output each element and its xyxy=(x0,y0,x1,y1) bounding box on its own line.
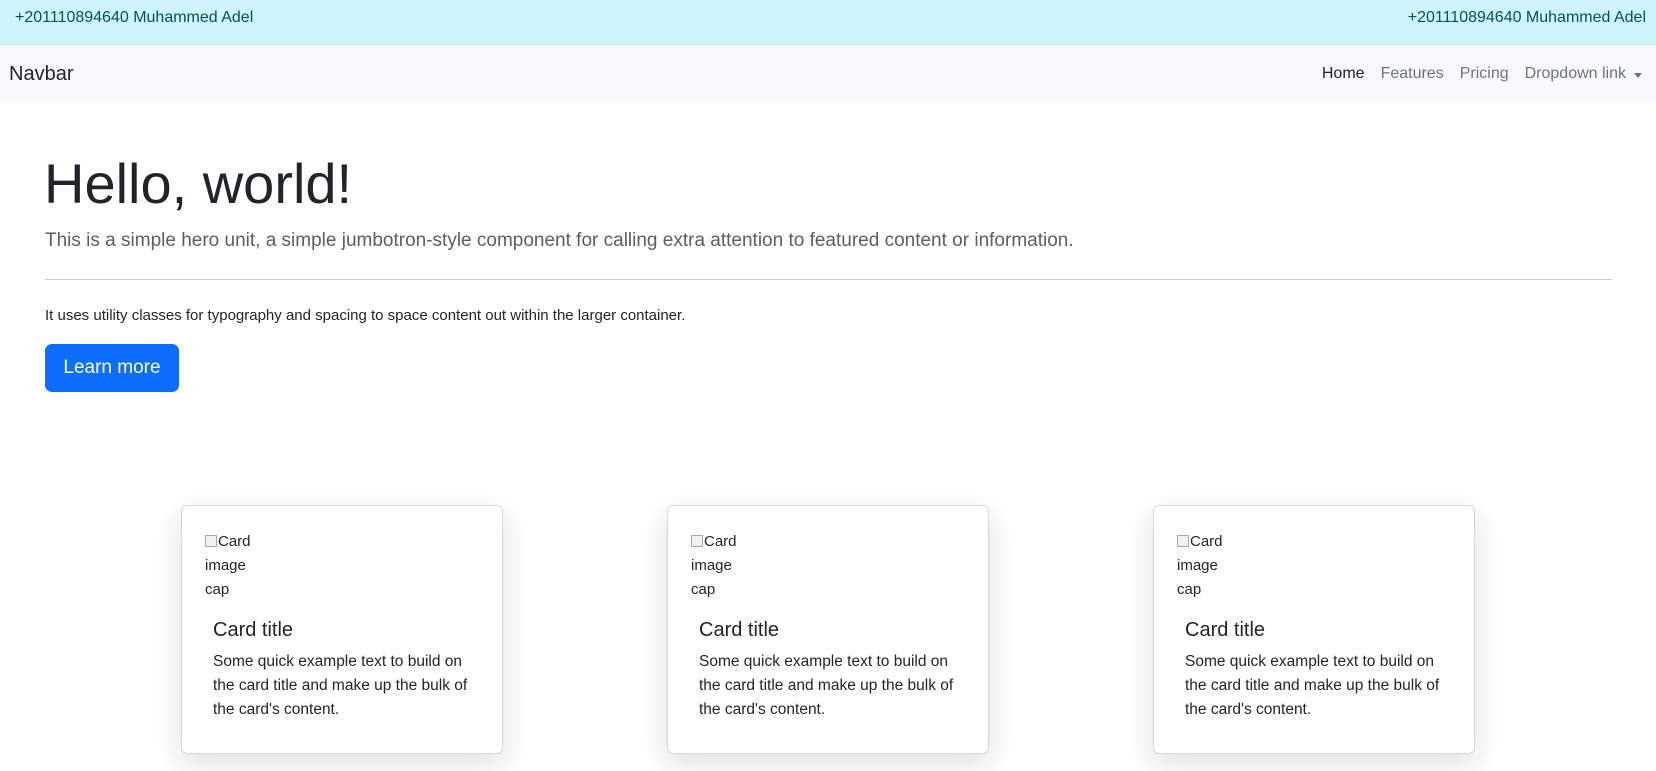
nav-item-home[interactable]: Home xyxy=(1322,64,1365,84)
nav-item-label: Features xyxy=(1380,65,1444,82)
card-image: Card image cap xyxy=(1177,530,1237,602)
card-text: Some quick example text to build on the … xyxy=(699,653,954,718)
learn-more-button[interactable]: Learn more xyxy=(45,344,179,392)
card-title: Card title xyxy=(213,619,294,641)
card-image: Card image cap xyxy=(205,530,265,602)
navbar: Navbar Home Features Pricing Dropdown li… xyxy=(0,45,1656,102)
card: Card image cap Card title Some quick exa… xyxy=(181,505,503,754)
nav-item-pricing[interactable]: Pricing xyxy=(1460,64,1509,84)
nav-item-dropdown[interactable]: Dropdown link xyxy=(1525,64,1642,84)
nav-item-label: Pricing xyxy=(1459,65,1509,82)
nav-item-label: Home xyxy=(1321,65,1365,82)
broken-image-icon xyxy=(205,535,217,547)
broken-image-icon xyxy=(691,535,703,547)
hero-title: Hello, world! xyxy=(44,152,353,215)
card-text: Some quick example text to build on the … xyxy=(1185,653,1440,718)
contact-text-left: +201110894640 Muhammed Adel xyxy=(15,9,254,26)
hero-text: It uses utility classes for typography a… xyxy=(45,307,686,324)
card-image: Card image cap xyxy=(691,530,751,602)
nav-item-features[interactable]: Features xyxy=(1381,64,1444,84)
hero-lead: This is a simple hero unit, a simple jum… xyxy=(45,230,1074,251)
top-contact-bar: +201110894640 Muhammed Adel +20111089464… xyxy=(0,0,1656,45)
card: Card image cap Card title Some quick exa… xyxy=(667,505,989,754)
contact-text-right: +201110894640 Muhammed Adel xyxy=(1407,9,1646,26)
nav-item-label: Dropdown link xyxy=(1524,65,1626,82)
card: Card image cap Card title Some quick exa… xyxy=(1153,505,1475,754)
card-title: Card title xyxy=(1185,619,1266,641)
hero-divider xyxy=(45,279,1612,280)
broken-image-icon xyxy=(1177,535,1189,547)
nav-links: Home Features Pricing Dropdown link xyxy=(1306,64,1642,84)
navbar-brand[interactable]: Navbar xyxy=(9,62,73,86)
card-title: Card title xyxy=(699,619,780,641)
card-text: Some quick example text to build on the … xyxy=(213,653,468,718)
caret-down-icon xyxy=(1634,72,1642,78)
